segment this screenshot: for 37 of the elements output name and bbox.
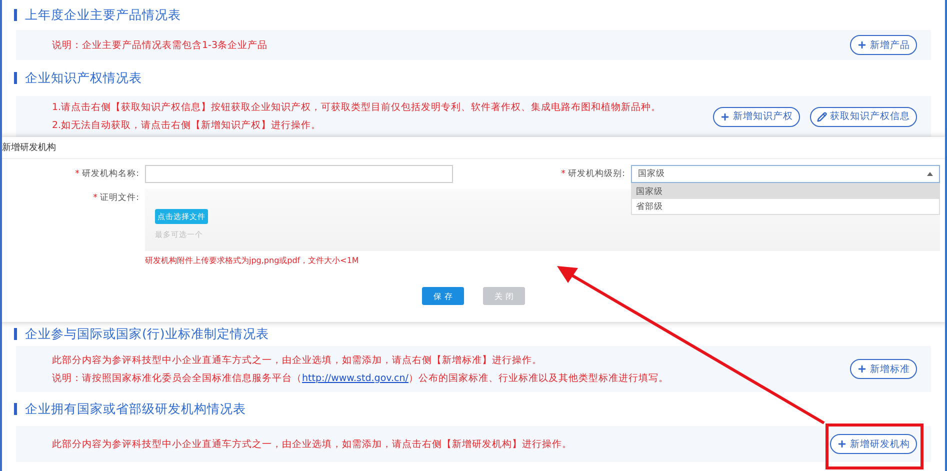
- section-title: 企业知识产权情况表: [25, 70, 142, 86]
- format-note: 研发机构附件上传要求格式为jpg,png或pdf，文件大小<1M: [145, 255, 360, 266]
- save-button[interactable]: 保 存: [422, 287, 464, 305]
- plus-icon: [857, 40, 867, 50]
- section-title: 企业拥有国家或省部级研发机构情况表: [25, 400, 246, 418]
- note-text: 说明：企业主要产品情况表需包含1-3条企业产品: [52, 38, 268, 52]
- add-button[interactable]: 新增产品: [850, 35, 917, 55]
- note-text: 说明：请按照国家标准化委员会全国标准信息服务平台（http://www.std.gov.cn/）公布的国家标准、行业标准以及其他类型标准进行填写。: [52, 372, 668, 384]
- name-input[interactable]: [145, 165, 453, 183]
- dropdown-option[interactable]: 国家级: [632, 184, 939, 199]
- note-text: 2.如无法自动获取，请点击右侧【新增知识产权】进行操作。: [52, 119, 322, 132]
- plus-icon: [857, 364, 867, 374]
- add-button[interactable]: 获取知识产权信息: [810, 106, 917, 126]
- note-text: 此部分内容为参评科技型中小企业直通车方式之一，由企业选填，如需添加，请点右侧【新增标准】进行操作。: [52, 354, 543, 366]
- section-title: 企业参与国际或国家(行)业标准制定情况表: [25, 326, 269, 342]
- section-marker: [14, 72, 17, 84]
- section-title: 上年度企业主要产品情况表: [25, 6, 181, 24]
- plus-icon: [837, 439, 847, 449]
- caret-icon: [927, 172, 933, 176]
- link[interactable]: http://www.std.gov.cn/: [302, 372, 408, 384]
- note-text: 1.请点击右侧【获取知识产权信息】按钮获取企业知识产权，可获取类型目前仅包括发明专利、软件著作权、集成电路布图和植物新品种。: [52, 101, 662, 114]
- add-button[interactable]: 新增标准: [850, 359, 917, 379]
- field-label: * 研发机构名称:: [74, 168, 140, 181]
- required-mark: *: [93, 193, 98, 203]
- required-mark: *: [75, 169, 80, 179]
- section-marker: [14, 9, 17, 21]
- pencil-icon: [817, 112, 827, 122]
- plus-icon: [720, 112, 730, 122]
- field-label: * 研发机构级别:: [560, 168, 626, 181]
- section-marker: [14, 328, 17, 340]
- add-button[interactable]: 新增研发机构: [830, 434, 917, 454]
- section-marker: [14, 403, 17, 415]
- dialog-title: 新增研发机构: [2, 137, 945, 159]
- add-button[interactable]: 新增知识产权: [713, 106, 800, 126]
- required-mark: *: [561, 169, 566, 179]
- note-text: 此部分内容为参评科技型中小企业直通车方式之一，由企业选填，如需添加，请点击右侧【新增研发机构】进行操作。: [52, 438, 572, 450]
- field-label: * 证明文件:: [92, 192, 140, 205]
